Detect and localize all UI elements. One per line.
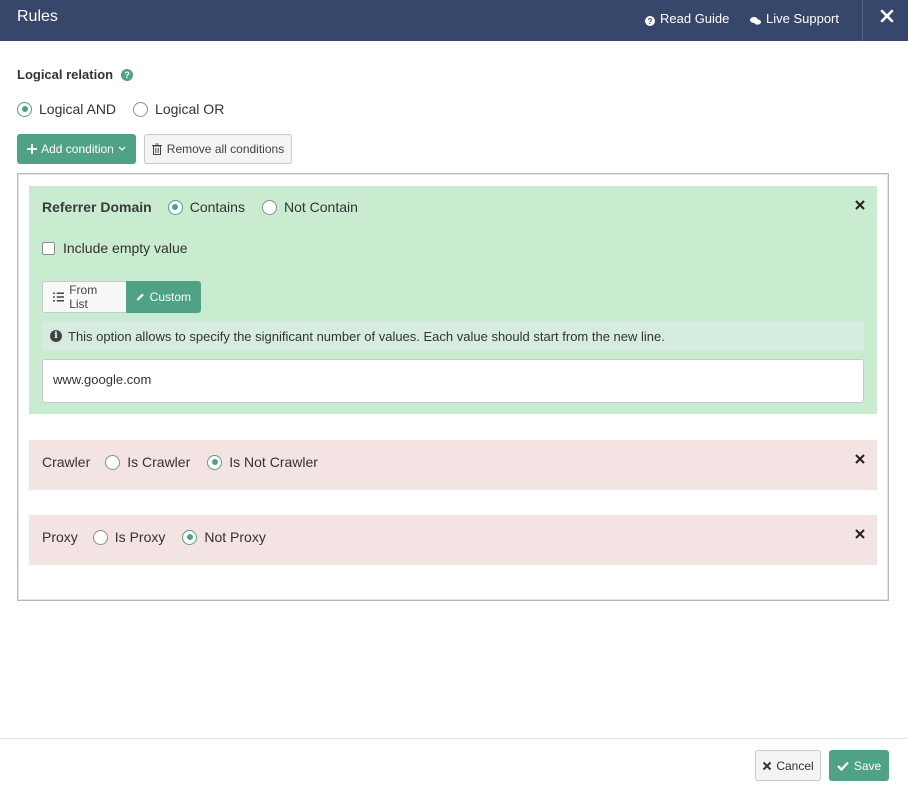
radio-label: Contains [189,199,245,215]
list-icon [53,292,65,302]
radio-not-contain[interactable]: Not Contain [261,199,358,215]
condition-label: Referrer Domain [42,199,152,215]
radio-label: Logical AND [39,101,117,117]
custom-button[interactable]: Custom [126,281,201,313]
condition-crawler: Crawler Is Crawler Is Not Crawler [29,440,877,490]
trash-icon [151,143,162,155]
logical-relation-heading: Logical relation ? [17,67,134,82]
question-circle-icon: ? [645,14,655,26]
include-empty-checkbox[interactable]: Include empty value [42,240,188,256]
radio-label: Logical OR [155,101,225,117]
chevron-down-icon [118,146,126,151]
radio-contains[interactable]: Contains [167,199,245,215]
cancel-label: Cancel [776,758,814,773]
radio-is-proxy[interactable]: Is Proxy [92,529,166,545]
radio-label: Is Not Crawler [229,454,318,470]
plus-icon [27,144,38,154]
remove-condition-icon[interactable] [854,199,866,211]
close-icon [880,9,894,23]
modal-title: Rules [17,8,58,25]
svg-text:?: ? [648,17,653,26]
save-label: Save [853,758,882,773]
radio-dot [133,101,149,117]
from-list-label: From List [69,283,98,311]
radio-dot [17,101,32,117]
close-modal-button[interactable] [878,7,898,27]
add-condition-label: Add condition [41,142,114,156]
radio-is-crawler[interactable]: Is Crawler [105,454,190,470]
remove-all-conditions-button[interactable]: Remove all conditions [144,134,292,164]
header-divider [862,0,863,41]
conditions-panel: Referrer Domain Contains Not Contain Inc… [17,173,889,601]
read-guide-label: Read Guide [660,11,730,26]
pencil-icon [136,293,144,301]
footer-divider [0,738,908,739]
remove-condition-icon[interactable] [854,528,866,540]
remove-condition-icon[interactable] [854,453,866,465]
check-icon [837,761,849,771]
save-button[interactable]: Save [829,750,889,781]
radio-not-proxy[interactable]: Not Proxy [182,529,266,545]
radio-dot [182,529,198,545]
close-icon [763,761,772,770]
live-support-link[interactable]: Live Support [750,11,839,26]
live-support-label: Live Support [766,11,839,26]
radio-logical-and[interactable]: Logical AND [17,101,116,117]
custom-label: Custom [149,290,191,304]
radio-dot [105,454,121,470]
cancel-button[interactable]: Cancel [755,750,821,781]
radio-dot [207,454,223,470]
values-textarea[interactable]: www.google.com [42,359,864,403]
condition-referrer-domain: Referrer Domain Contains Not Contain Inc… [29,186,877,414]
logical-relation-options: Logical AND Logical OR [17,101,241,117]
info-circle-icon: i [50,330,62,342]
help-icon[interactable]: ? [121,68,134,81]
chat-bubbles-icon [750,14,761,25]
condition-label: Proxy [42,529,78,545]
radio-is-not-crawler[interactable]: Is Not Crawler [207,454,318,470]
radio-logical-or[interactable]: Logical OR [133,101,224,117]
add-condition-button[interactable]: Add condition [17,134,136,164]
value-mode-toggle: From List Custom [42,281,201,313]
condition-label: Crawler [42,454,91,470]
from-list-button[interactable]: From List [42,281,126,313]
radio-dot [261,199,277,215]
remove-all-label: Remove all conditions [166,142,285,156]
radio-label: Not Proxy [204,529,266,545]
radio-dot [167,199,183,215]
include-empty-label: Include empty value [63,240,188,256]
info-message: i This option allows to specify the sign… [42,321,864,351]
crawler-row: Crawler Is Crawler Is Not Crawler [42,454,335,470]
condition-proxy: Proxy Is Proxy Not Proxy [29,515,877,565]
modal-header: Rules ? Read Guide Live Support [0,0,908,41]
radio-label: Not Contain [283,199,358,215]
logical-relation-label: Logical relation [17,67,114,82]
referrer-domain-row: Referrer Domain Contains Not Contain [42,199,375,215]
info-text: This option allows to specify the signif… [68,328,665,344]
read-guide-link[interactable]: ? Read Guide [645,11,729,26]
radio-label: Is Crawler [127,454,191,470]
radio-label: Is Proxy [114,529,166,545]
radio-dot [92,529,108,545]
checkbox-box [42,241,55,255]
proxy-row: Proxy Is Proxy Not Proxy [42,529,283,545]
